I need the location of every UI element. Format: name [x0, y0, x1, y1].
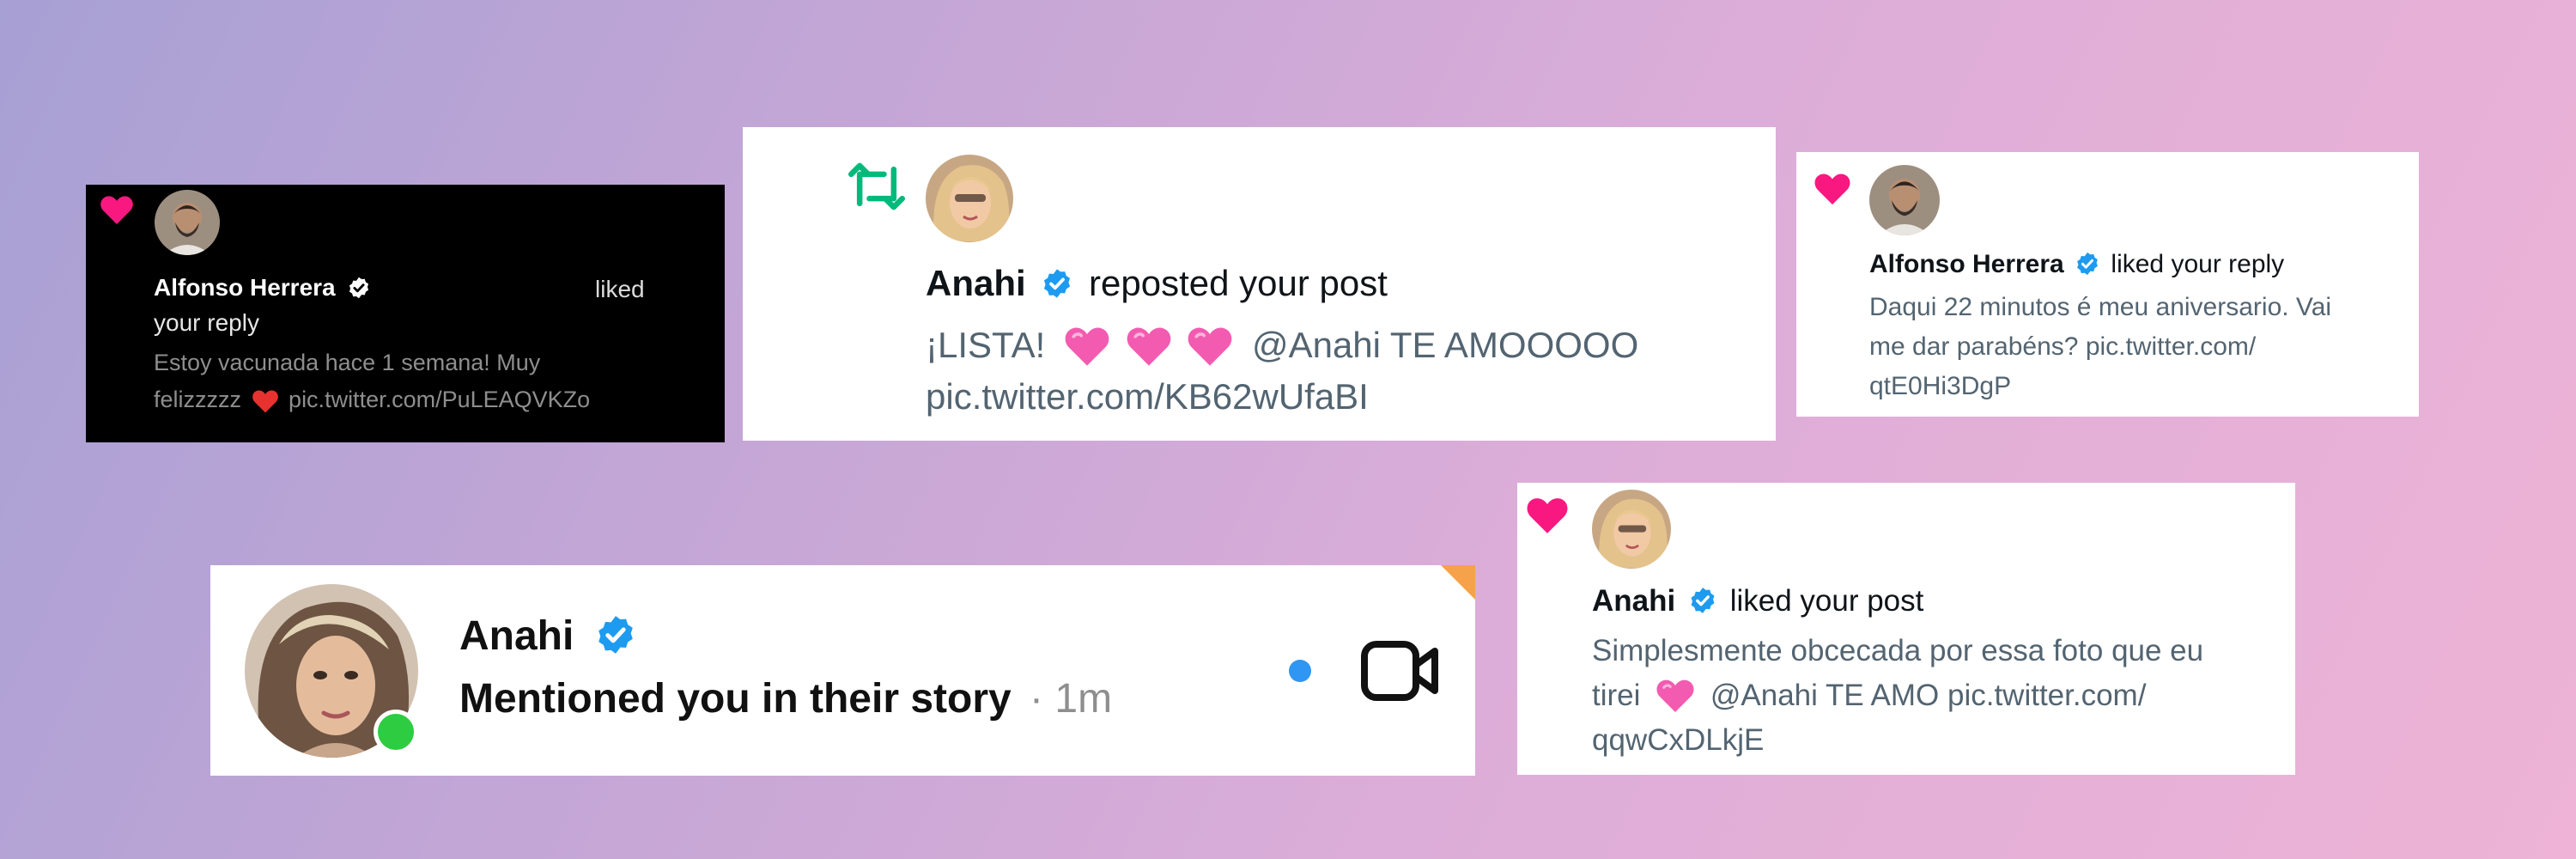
notification-card-story-mention[interactable]: Anahi Mentioned you in their story · 1m [210, 565, 1475, 776]
mention-text[interactable]: @Anahi TE AMOOOOO [1252, 325, 1638, 365]
verified-badge-icon [2075, 251, 2100, 277]
online-status-indicator [374, 710, 418, 754]
pink-heart-emoji-icon [1126, 324, 1172, 367]
action-text: liked your post [1729, 584, 1924, 618]
user-name-text: Alfonso Herrera [154, 274, 336, 301]
mention-message: Mentioned you in their story [459, 676, 1012, 722]
notification-card-like-reply-dark[interactable]: Alfonso Herrera liked your reply Estoy v… [86, 185, 725, 442]
post-link[interactable]: qqwCxDLkjE [1592, 723, 1764, 758]
story-mention-line: Mentioned you in their story · 1m [459, 675, 1112, 722]
post-text-line-2: me dar parabéns? pic.twitter.com/ [1869, 332, 2257, 361]
heart-icon [1526, 495, 1569, 534]
action-text: reposted your post [1089, 263, 1388, 303]
verified-badge-icon [347, 276, 371, 300]
post-text-line-2: tirei @Anahi TE AMO pic.twitter.com/ [1592, 679, 2146, 713]
avatar[interactable] [155, 190, 220, 255]
post-text-line-1: Estoy vacunada hace 1 semana! Muy [154, 350, 541, 375]
post-text: felizzzzz [154, 387, 242, 412]
repost-icon [848, 162, 906, 210]
post-text: ¡LISTA! [926, 325, 1046, 365]
pink-heart-emoji-icon [1187, 324, 1233, 367]
pink-heart-emoji-icon [1064, 324, 1110, 367]
unread-dot [1289, 660, 1311, 682]
post-text-line-1: Simplesmente obcecada por essa foto que … [1592, 634, 2204, 667]
heart-icon [100, 193, 134, 225]
corner-accent [1441, 565, 1475, 600]
notification-header: Anahi liked your post [1592, 584, 1923, 618]
action-text-continued: your reply [154, 309, 259, 336]
verified-badge-icon [1041, 267, 1073, 300]
notification-card-like-reply[interactable]: Alfonso Herrera liked your reply Daqui 2… [1796, 152, 2419, 417]
verified-badge-icon [1688, 586, 1717, 615]
avatar[interactable] [1869, 165, 1940, 235]
avatar[interactable] [1592, 490, 1671, 569]
avatar[interactable] [926, 155, 1013, 242]
heart-icon [1814, 171, 1851, 205]
notification-card-like-post[interactable]: Anahi liked your post Simplesmente obcec… [1517, 483, 2295, 775]
post-link[interactable]: pic.twitter.com/KB62wUfaBI [926, 376, 1369, 417]
post-link[interactable]: pic.twitter.com/PuLEAQVKZo [289, 387, 590, 412]
notification-header: Alfonso Herrera liked your reply [1869, 250, 2284, 279]
post-text-line-2: felizzzzz pic.twitter.com/PuLEAQVKZo [154, 387, 590, 413]
user-name[interactable]: Anahi [1592, 584, 1675, 618]
user-name[interactable]: Anahi [926, 263, 1026, 303]
notification-header: Anahi reposted your post [926, 263, 1388, 304]
verified-badge-icon [594, 613, 637, 656]
mention-text[interactable]: @Anahi TE AMO pic.twitter.com/ [1710, 679, 2147, 712]
post-text-line-1: ¡LISTA! @Anahi TE AMOOOOO [926, 325, 1638, 367]
red-heart-emoji-icon [252, 388, 279, 413]
action-text: liked [595, 276, 645, 302]
user-name[interactable]: Anahi [459, 613, 574, 659]
action-text: liked your reply [2111, 250, 2285, 278]
notification-card-repost[interactable]: Anahi reposted your post ¡LISTA! @Anahi … [743, 127, 1776, 441]
post-text: tirei [1592, 679, 1641, 712]
timestamp: · 1m [1030, 676, 1113, 722]
user-name[interactable]: Alfonso Herrera [154, 274, 371, 302]
video-camera-icon[interactable] [1361, 639, 1440, 703]
post-text-line-1: Daqui 22 minutos é meu aniversario. Vai [1869, 293, 2332, 321]
pink-heart-emoji-icon [1656, 677, 1695, 713]
post-link[interactable]: qtE0Hi3DgP [1869, 372, 2011, 401]
notification-header: Anahi [459, 612, 637, 660]
user-name[interactable]: Alfonso Herrera [1869, 250, 2064, 278]
